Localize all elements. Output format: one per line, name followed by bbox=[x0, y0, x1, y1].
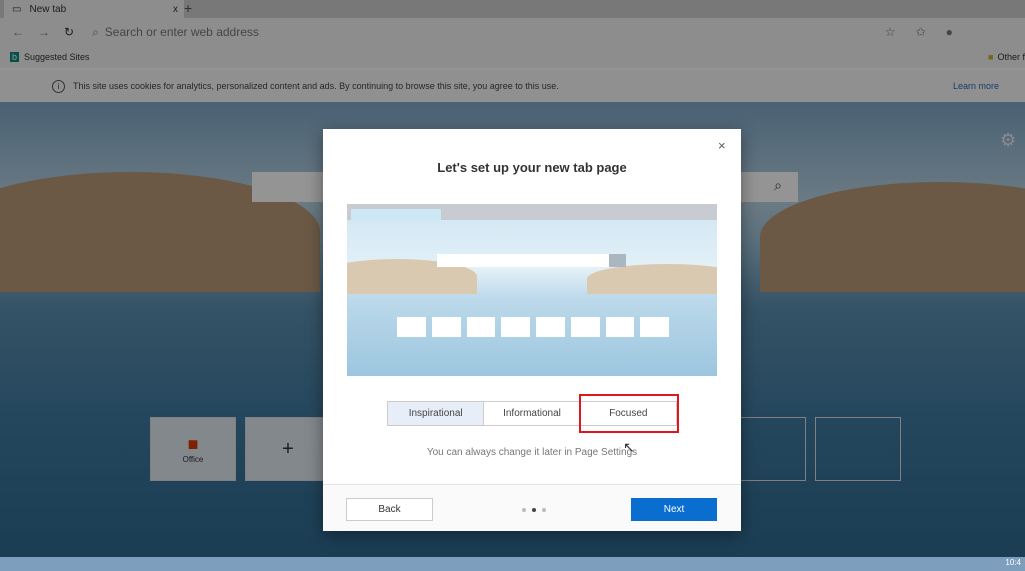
mouse-cursor-icon: ↖ bbox=[623, 439, 635, 455]
back-button[interactable]: Back bbox=[346, 498, 433, 521]
step-dot-active bbox=[532, 508, 536, 512]
next-button[interactable]: Next bbox=[631, 498, 717, 521]
step-dot bbox=[542, 508, 546, 512]
step-dot bbox=[522, 508, 526, 512]
close-button[interactable]: × bbox=[718, 138, 726, 153]
option-informational[interactable]: Informational bbox=[484, 402, 581, 425]
hint-text: You can always change it later in Page S… bbox=[426, 447, 638, 458]
dialog-footer: Back Next bbox=[323, 484, 741, 531]
taskbar: 10:4 bbox=[0, 557, 1025, 571]
setup-dialog: × Let's set up your new tab page Inspira… bbox=[323, 129, 741, 531]
option-inspirational[interactable]: Inspirational bbox=[388, 402, 485, 425]
layout-preview-image bbox=[347, 204, 717, 376]
clock: 10:4 bbox=[1005, 558, 1021, 567]
highlight-box bbox=[579, 394, 679, 433]
dialog-title: Let's set up your new tab page bbox=[437, 160, 627, 175]
